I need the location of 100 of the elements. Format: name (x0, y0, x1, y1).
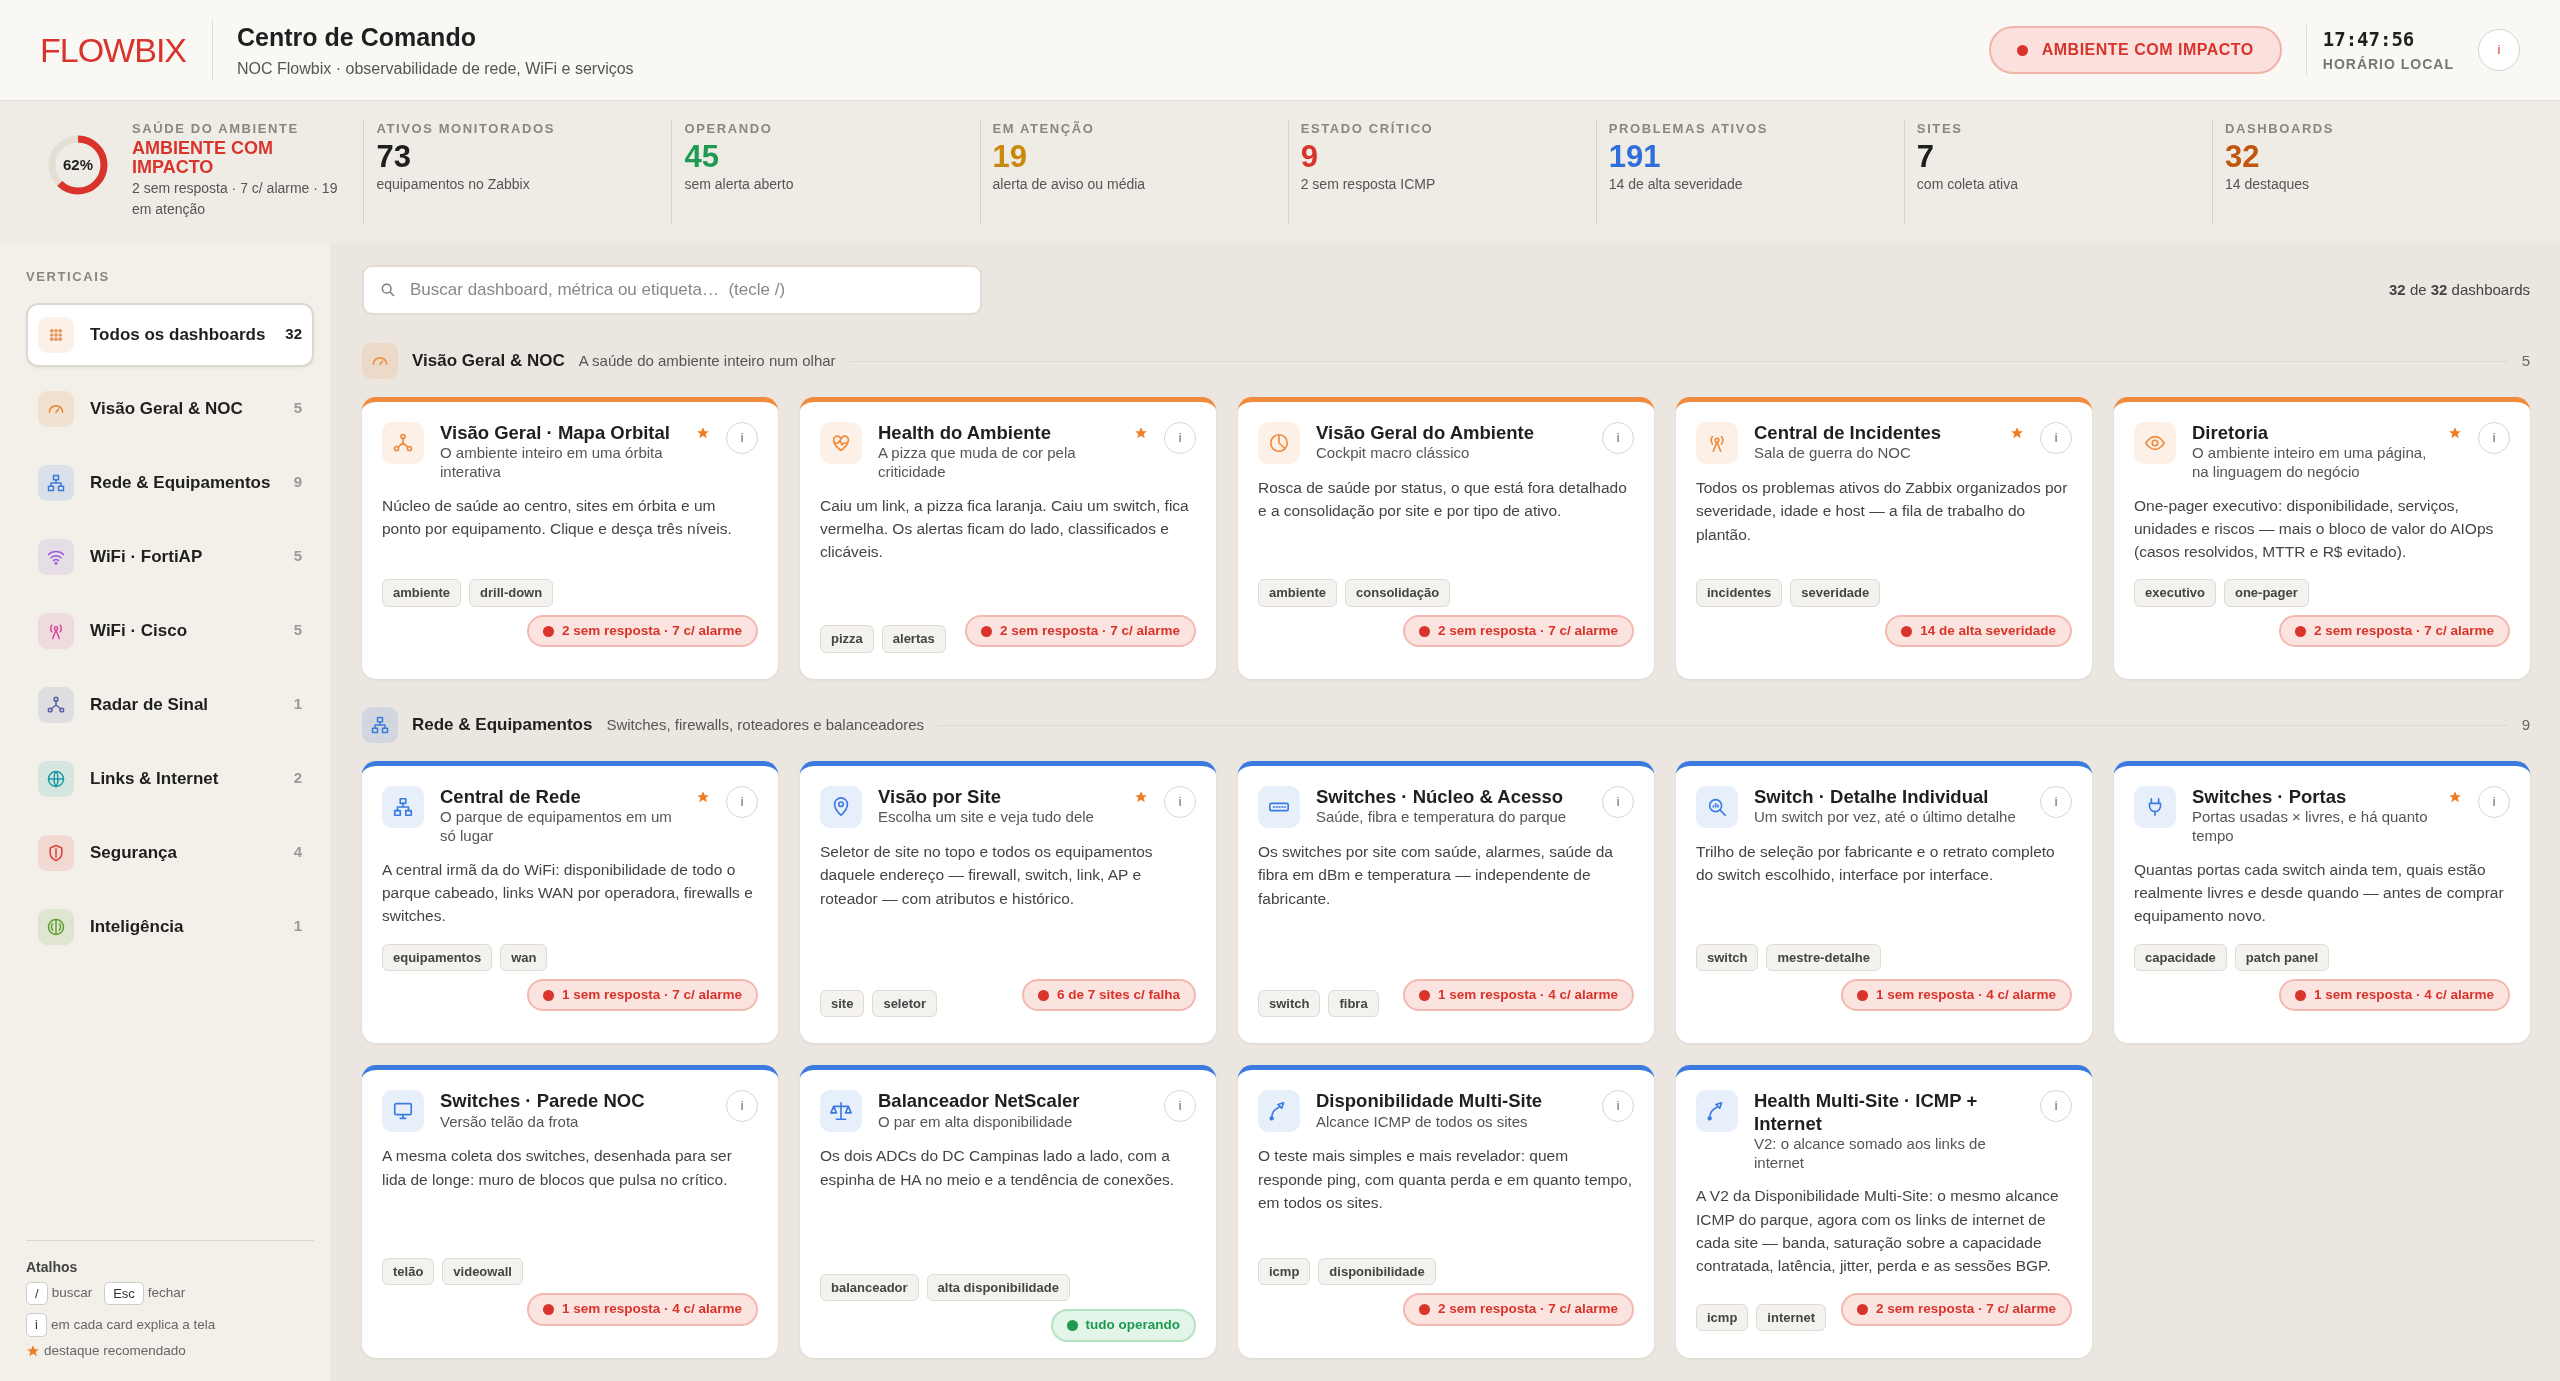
stat-label: ESTADO CRÍTICO (1300, 120, 1435, 138)
dashboard-card[interactable] (2114, 761, 2530, 1044)
stat-value: 45 (684, 138, 720, 175)
card-subtitle: Portas usadas × livres, e há quanto tempo (2192, 808, 2429, 846)
legend-text: destaque recomendado (44, 1341, 186, 1360)
stat-detail: 14 de alta severidade (1608, 175, 1744, 195)
dashboard-card[interactable]: Balanceador NetScaler O par em alta disponibilidade i Os dois ADCs do DC Campinas lado a lado, com a espinha de HA no meio e a tendência de conexões. balanceador alta disponibilidade tudo operando (800, 1065, 1216, 1358)
info-button[interactable]: i (1602, 1090, 1634, 1123)
info-button[interactable]: i (1602, 786, 1634, 819)
info-button[interactable]: i (726, 1090, 758, 1123)
tag: wan (500, 943, 548, 972)
tag: internet (1756, 1303, 1826, 1332)
tag: drill-down (469, 579, 554, 607)
card-subtitle: Saúde, fibra e temperatura do parque (1316, 808, 1568, 828)
status-badge: tudo operando (1050, 1309, 1196, 1342)
card-subtitle: Cockpit macro clássico (1316, 444, 1471, 463)
shortcut-text: buscar (51, 1284, 93, 1303)
info-button[interactable]: i (1164, 786, 1196, 819)
sidebar-item[interactable]: Radar de Sinal 1 (26, 672, 314, 737)
card-title: Balanceador NetScaler (878, 1090, 1081, 1113)
status-badge: 1 sem resposta · 4 c/ alarme (2278, 979, 2510, 1012)
tag: alertas (881, 625, 946, 653)
card-title: Visão Geral · Mapa Orbital (440, 422, 671, 445)
stat-label: ATIVOS MONITORADOS (376, 120, 556, 138)
key-cap: / (26, 1281, 48, 1306)
tag: fibra (1328, 989, 1379, 1017)
card-description: Rosca de saúde por status, o que está fora detalhado e a consolidação por site e por tipo de ativo. (1258, 478, 1628, 522)
sidebar-heading: VERTICAIS (26, 268, 111, 286)
dashboard-card[interactable] (2114, 397, 2530, 680)
logo: FLOWBIX (40, 20, 214, 80)
card-subtitle: Um switch por vez, até o último detalhe (1754, 808, 2017, 828)
dashboard-card[interactable]: Switches · Parede NOC Versão telão da frota i A mesma coleta dos switches, desenhada para ser lida de longe: muro de blocos que pulsa no crítico. telão videowall 1 sem resposta · 4 c/ alarme (362, 1065, 778, 1358)
info-button[interactable]: i (2478, 29, 2520, 71)
info-button[interactable]: i (1164, 1090, 1196, 1123)
tag: disponibilidade (1318, 1257, 1436, 1286)
tag: ambiente (382, 579, 462, 607)
shortcut-text: em cada card explica a tela (50, 1315, 216, 1334)
dashboard-card[interactable]: Central de Incidentes Sala de guerra do NOC i Todos os problemas ativos do Zabbix organizados por severidade, idade e host — a fila de trabalho do plantão. incidentes severidade 14 de alta severidade (1676, 397, 2092, 680)
card-title: Disponibilidade Multi-Site (1316, 1090, 1544, 1113)
card-subtitle: Alcance ICMP de todos os sites (1316, 1112, 1529, 1132)
stat-detail: alerta de aviso ou média (992, 175, 1147, 195)
info-button[interactable]: i (726, 786, 758, 819)
dashboard-card[interactable] (800, 397, 1216, 680)
dashboard-card[interactable] (800, 761, 1216, 1044)
dashboard-card[interactable] (1676, 1065, 2092, 1358)
card-subtitle: O par em alta disponibilidade (878, 1112, 1074, 1132)
result-count: 32 de 32 dashboards (2389, 279, 2530, 300)
dashboard-card[interactable] (1238, 1065, 1654, 1358)
stat-value: 7 (1916, 138, 1936, 175)
stat-detail: 2 sem resposta ICMP (1300, 175, 1437, 195)
sidebar-item[interactable]: WiFi · FortiAP 5 (26, 524, 314, 589)
health-status: AMBIENTE COM IMPACTO (132, 138, 274, 179)
star-icon (26, 1343, 40, 1358)
sidebar-item[interactable]: Todos os dashboards 32 (26, 302, 314, 367)
info-button[interactable]: i (2478, 422, 2510, 454)
tag: one-pager (2224, 579, 2309, 607)
info-button[interactable]: i (726, 422, 758, 454)
card-title: Central de Rede (440, 786, 582, 809)
heartbeat-icon (830, 432, 852, 454)
card-subtitle: O parque de equipamentos em um só lugar (440, 808, 673, 846)
star-icon (1134, 790, 1148, 805)
clock: 17:47:56 (2322, 27, 2416, 53)
info-button[interactable]: i (1602, 422, 1634, 454)
sidebar-item[interactable]: Links & Internet 2 (26, 746, 314, 811)
info-button[interactable]: i (2478, 786, 2510, 819)
status-badge: 2 sem resposta · 7 c/ alarme (526, 614, 758, 648)
info-button[interactable]: i (1164, 422, 1196, 454)
sidebar-item[interactable]: Visão Geral & NOC 5 (26, 376, 314, 441)
card-title: Switches · Núcleo & Acesso (1316, 786, 1565, 809)
dashboard-card[interactable] (1676, 761, 2092, 1044)
stat-label: SITES (1916, 120, 1964, 138)
card-title: Diretoria (2192, 422, 2270, 445)
dashboard-card[interactable]: Visão Geral do Ambiente Cockpit macro clássico i Rosca de saúde por status, o que está fora detalhado e a consolidação por site e por tipo de ativo. ambiente consolidação 2 sem resposta · 7 c/ alarme (1238, 397, 1654, 680)
dashboard-card[interactable] (362, 397, 778, 680)
card-subtitle: Sala de guerra do NOC (1754, 444, 1912, 463)
search-field[interactable]: Buscar dashboard, métrica ou etiqueta… (tecle /) (362, 265, 982, 315)
tag: icmp (1696, 1303, 1749, 1332)
dashboard-card[interactable] (362, 761, 778, 1044)
info-button[interactable]: i (2040, 422, 2072, 454)
dashboard-card[interactable] (1238, 761, 1654, 1044)
sidebar-item[interactable]: WiFi · Cisco 5 (26, 598, 314, 663)
sidebar-item[interactable]: Inteligência 1 (26, 894, 314, 959)
tag: icmp (1258, 1257, 1311, 1286)
card-title: Visão Geral do Ambiente (1316, 422, 1535, 445)
info-button[interactable]: i (2040, 1090, 2072, 1123)
stat-value: 19 (992, 138, 1029, 175)
tag: balanceador (820, 1273, 919, 1302)
stat-value: 73 (376, 138, 412, 175)
tag: switch (1258, 989, 1321, 1017)
sidebar-item[interactable]: Segurança 4 (26, 820, 314, 885)
card-description: Caiu um link, a pizza fica laranja. Caiu um switch, fica vermelha. Os alertas ficam do lado, classificados e clicáveis. (820, 495, 1190, 563)
info-button[interactable]: i (2040, 786, 2072, 819)
card-title: Switches · Portas (2192, 786, 2348, 809)
tag: consolidação (1345, 579, 1451, 607)
tag: alta disponibilidade (926, 1273, 1070, 1302)
status-badge: 2 sem resposta · 7 c/ alarme (2278, 614, 2510, 648)
sidebar-item[interactable]: Rede & Equipamentos 9 (26, 450, 314, 515)
status-badge: 1 sem resposta · 4 c/ alarme (1402, 979, 1634, 1012)
card-title: Switches · Parede NOC (440, 1090, 646, 1113)
star-icon (696, 790, 710, 805)
